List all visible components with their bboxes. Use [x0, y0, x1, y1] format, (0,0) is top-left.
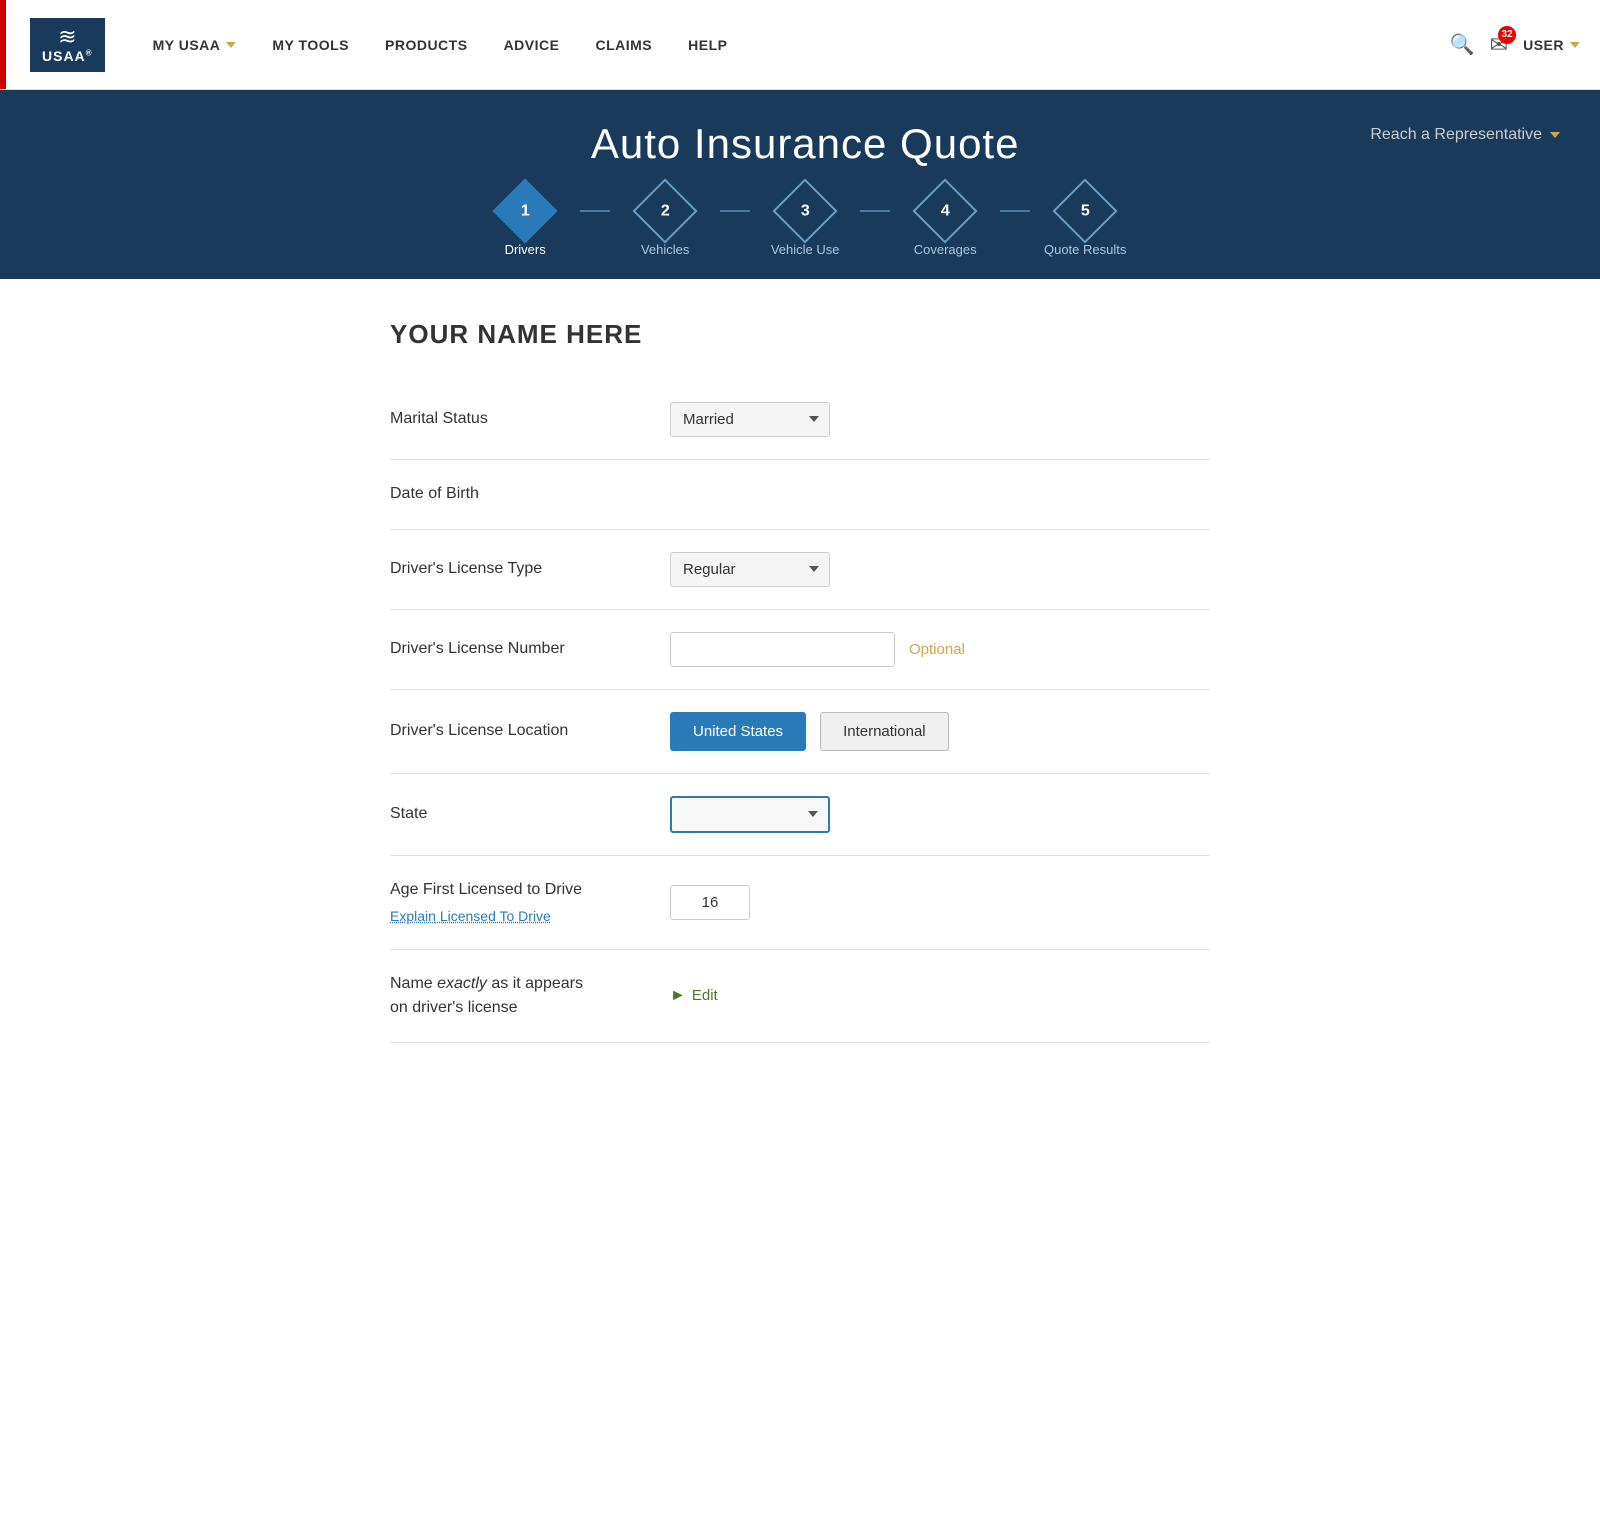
step-2-diamond: 2	[633, 178, 698, 243]
mail-badge: 32	[1498, 26, 1516, 44]
license-type-label: Driver's License Type	[390, 560, 670, 578]
step-4-diamond: 4	[913, 178, 978, 243]
step-3-label: Vehicle Use	[771, 242, 840, 259]
nav-item-advice[interactable]: ADVICE	[486, 0, 578, 90]
step-connector-1	[580, 210, 610, 212]
state-row: State Alabama Alaska Arizona California …	[390, 774, 1210, 856]
marital-status-row: Marital Status Married Single Divorced W…	[390, 380, 1210, 460]
edit-arrow-icon: ►	[670, 987, 686, 1005]
nav-right: 🔍 ✉ 32 USER	[1450, 32, 1580, 58]
nav-item-claims[interactable]: CLAIMS	[577, 0, 670, 90]
license-location-field: United States International	[670, 712, 1210, 751]
step-4[interactable]: 4 Coverages	[890, 188, 1000, 259]
nav-item-products[interactable]: PRODUCTS	[367, 0, 486, 90]
chevron-down-icon	[226, 42, 236, 48]
marital-status-label: Marital Status	[390, 410, 670, 428]
marital-status-field: Married Single Divorced Widowed	[670, 402, 1210, 437]
license-location-label: Driver's License Location	[390, 722, 670, 740]
license-number-row: Driver's License Number Optional	[390, 610, 1210, 690]
page-title: Auto Insurance Quote	[591, 120, 1020, 168]
nav-item-myusaa[interactable]: MY USAA	[135, 0, 255, 90]
age-licensed-label: Age First Licensed to Drive	[390, 878, 670, 902]
user-menu[interactable]: USER	[1523, 37, 1580, 53]
state-label: State	[390, 805, 670, 823]
step-3[interactable]: 3 Vehicle Use	[750, 188, 860, 259]
step-5-diamond: 5	[1053, 178, 1118, 243]
header-banner: Auto Insurance Quote 1 Drivers 2 Vehicle…	[0, 90, 1600, 279]
optional-label: Optional	[909, 641, 965, 658]
license-number-input[interactable]	[670, 632, 895, 667]
license-number-label: Driver's License Number	[390, 640, 670, 658]
step-1-label: Drivers	[505, 242, 546, 259]
international-button[interactable]: International	[820, 712, 949, 751]
search-icon[interactable]: 🔍	[1450, 32, 1475, 57]
license-type-select[interactable]: Regular Commercial Foreign	[670, 552, 830, 587]
nav-item-help[interactable]: HELP	[670, 0, 745, 90]
step-5-label: Quote Results	[1044, 242, 1126, 259]
date-of-birth-label: Date of Birth	[390, 485, 670, 503]
step-1[interactable]: 1 Drivers	[470, 188, 580, 259]
step-2[interactable]: 2 Vehicles	[610, 188, 720, 259]
banner-title-area: Auto Insurance Quote 1 Drivers 2 Vehicle…	[240, 120, 1370, 259]
state-select[interactable]: Alabama Alaska Arizona California Texas	[670, 796, 830, 833]
nav-red-line	[0, 0, 6, 89]
license-type-row: Driver's License Type Regular Commercial…	[390, 530, 1210, 610]
nav-bar: ≋ USAA® MY USAA MY TOOLS PRODUCTS ADVICE…	[0, 0, 1600, 90]
license-location-row: Driver's License Location United States …	[390, 690, 1210, 774]
united-states-button[interactable]: United States	[670, 712, 806, 751]
reach-rep-chevron-icon	[1550, 132, 1560, 138]
date-of-birth-row: Date of Birth	[390, 460, 1210, 530]
explain-licensed-to-drive-link[interactable]: Explain Licensed To Drive	[390, 906, 670, 927]
steps-row: 1 Drivers 2 Vehicles 3 Vehicle Use	[470, 188, 1140, 259]
edit-link[interactable]: ► Edit	[670, 987, 718, 1005]
step-connector-3	[860, 210, 890, 212]
user-name: YOUR NAME HERE	[390, 319, 1210, 350]
step-connector-4	[1000, 210, 1030, 212]
form-container: YOUR NAME HERE Marital Status Married Si…	[350, 319, 1250, 1043]
step-4-label: Coverages	[914, 242, 977, 259]
name-on-license-field: ► Edit	[670, 987, 1210, 1005]
age-licensed-label-area: Age First Licensed to Drive Explain Lice…	[390, 878, 670, 927]
marital-status-select[interactable]: Married Single Divorced Widowed	[670, 402, 830, 437]
license-type-field: Regular Commercial Foreign	[670, 552, 1210, 587]
user-chevron-icon	[1570, 42, 1580, 48]
age-licensed-field	[670, 885, 1210, 920]
state-field: Alabama Alaska Arizona California Texas	[670, 796, 1210, 833]
step-2-label: Vehicles	[641, 242, 689, 259]
mail-icon-wrap[interactable]: ✉ 32	[1490, 32, 1508, 58]
name-on-license-row: Name exactly as it appearson driver's li…	[390, 950, 1210, 1043]
nav-links: MY USAA MY TOOLS PRODUCTS ADVICE CLAIMS …	[135, 0, 1450, 90]
logo-area: ≋ USAA®	[30, 18, 105, 72]
step-connector-2	[720, 210, 750, 212]
age-licensed-input[interactable]	[670, 885, 750, 920]
logo-waves-icon: ≋	[58, 26, 76, 48]
logo-box: ≋ USAA®	[30, 18, 105, 72]
logo-text: USAA®	[42, 48, 93, 64]
reach-representative-button[interactable]: Reach a Representative	[1370, 120, 1560, 144]
step-1-diamond: 1	[493, 178, 558, 243]
license-number-field: Optional	[670, 632, 1210, 667]
step-3-diamond: 3	[773, 178, 838, 243]
name-on-license-italic: exactly	[437, 975, 487, 992]
name-on-license-label-area: Name exactly as it appearson driver's li…	[390, 972, 670, 1020]
name-on-license-label-pre: Name	[390, 975, 437, 992]
age-licensed-row: Age First Licensed to Drive Explain Lice…	[390, 856, 1210, 950]
step-5[interactable]: 5 Quote Results	[1030, 188, 1140, 259]
nav-item-mytools[interactable]: MY TOOLS	[254, 0, 367, 90]
